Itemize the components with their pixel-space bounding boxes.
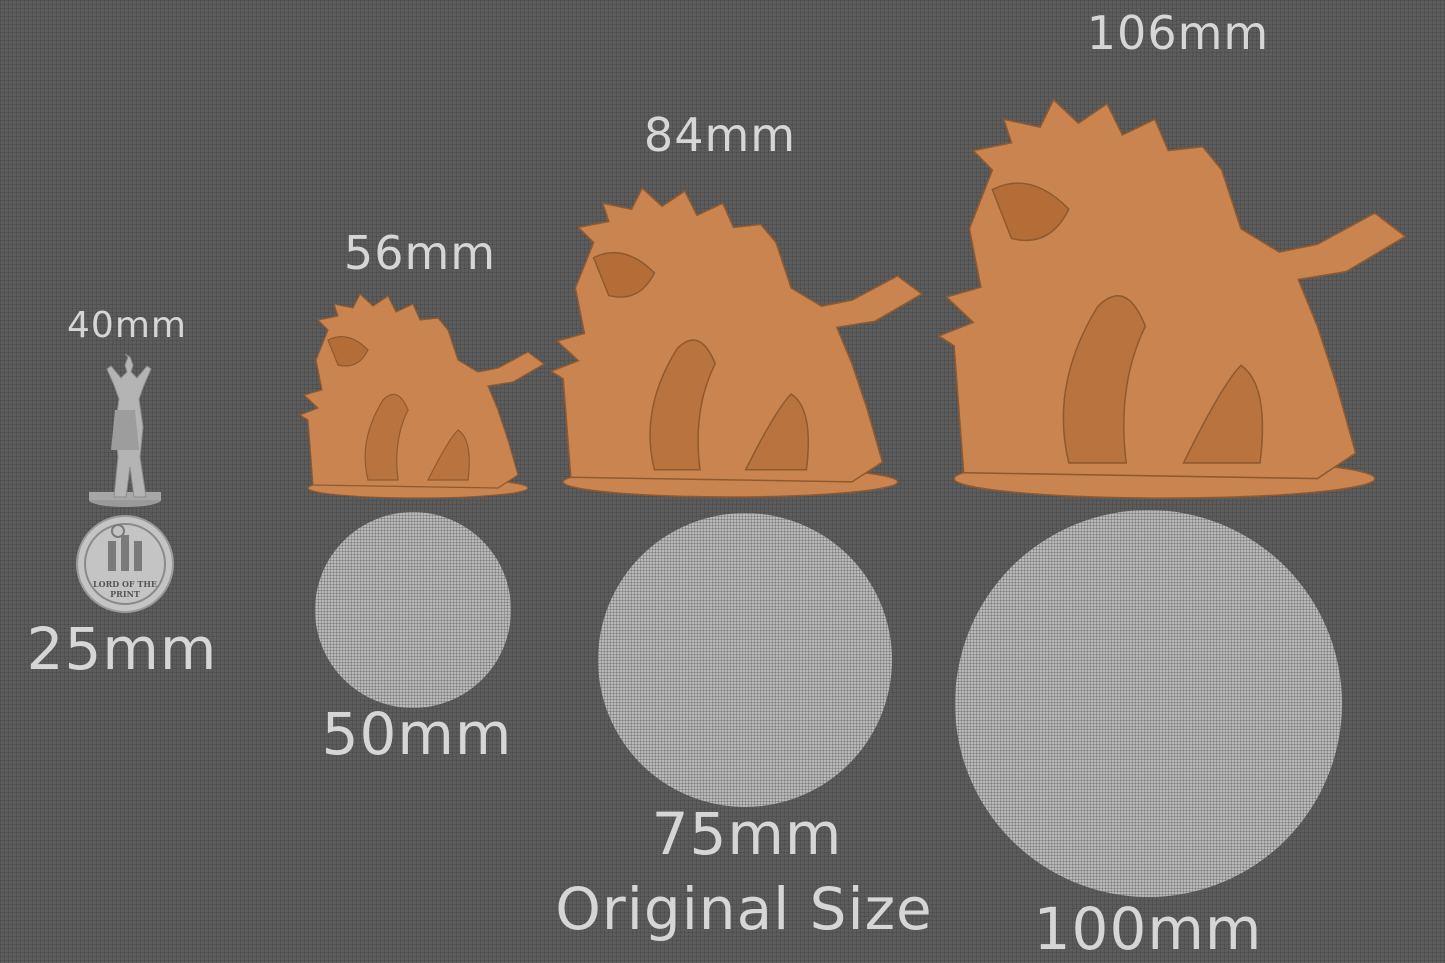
small-base-circle: [315, 512, 511, 708]
lord-of-the-print-logo: LORD OF THE PRINT: [76, 515, 174, 613]
large-base-circle: [955, 510, 1342, 897]
original-size-note: Original Size: [555, 875, 933, 943]
large-base-label: 100mm: [1033, 895, 1263, 963]
small-base-label: 50mm: [321, 700, 513, 768]
medium-base-label: 75mm: [651, 800, 843, 868]
logo-text: LORD OF THE PRINT: [92, 579, 157, 599]
human-miniature-icon: [89, 353, 161, 507]
monster-miniature-icon: [298, 293, 546, 499]
monster-miniature-icon: [937, 98, 1407, 499]
coin-base-label: 25mm: [26, 615, 218, 683]
monster-miniature-icon: [549, 186, 924, 498]
medium-height-label: 84mm: [643, 108, 797, 162]
medium-base-circle: [598, 513, 892, 807]
large-height-label: 106mm: [1086, 6, 1270, 60]
human-height-label: 40mm: [67, 305, 187, 346]
small-height-label: 56mm: [343, 226, 497, 280]
